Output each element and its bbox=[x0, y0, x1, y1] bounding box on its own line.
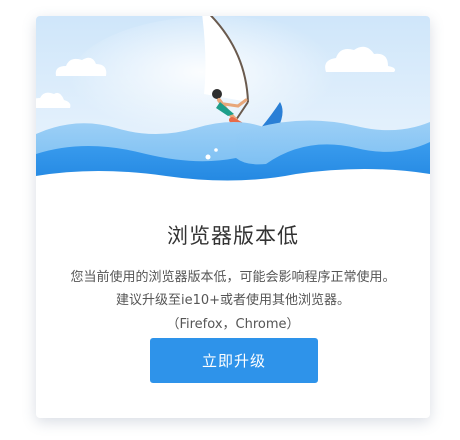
browser-warning-dialog: 浏览器版本低 您当前使用的浏览器版本低，可能会影响程序正常使用。 建议升级至ie… bbox=[36, 16, 430, 418]
message-line-1: 您当前使用的浏览器版本低，可能会影响程序正常使用。 bbox=[70, 270, 396, 285]
wave-icon bbox=[36, 120, 430, 191]
upgrade-now-button[interactable]: 立即升级 bbox=[150, 338, 318, 383]
dialog-title: 浏览器版本低 bbox=[167, 224, 299, 248]
message-line-2: 建议升级至ie10+或者使用其他浏览器。 bbox=[115, 293, 351, 308]
surfing-illustration bbox=[36, 16, 430, 191]
message-line-3: （Firefox，Chrome） bbox=[166, 317, 300, 332]
